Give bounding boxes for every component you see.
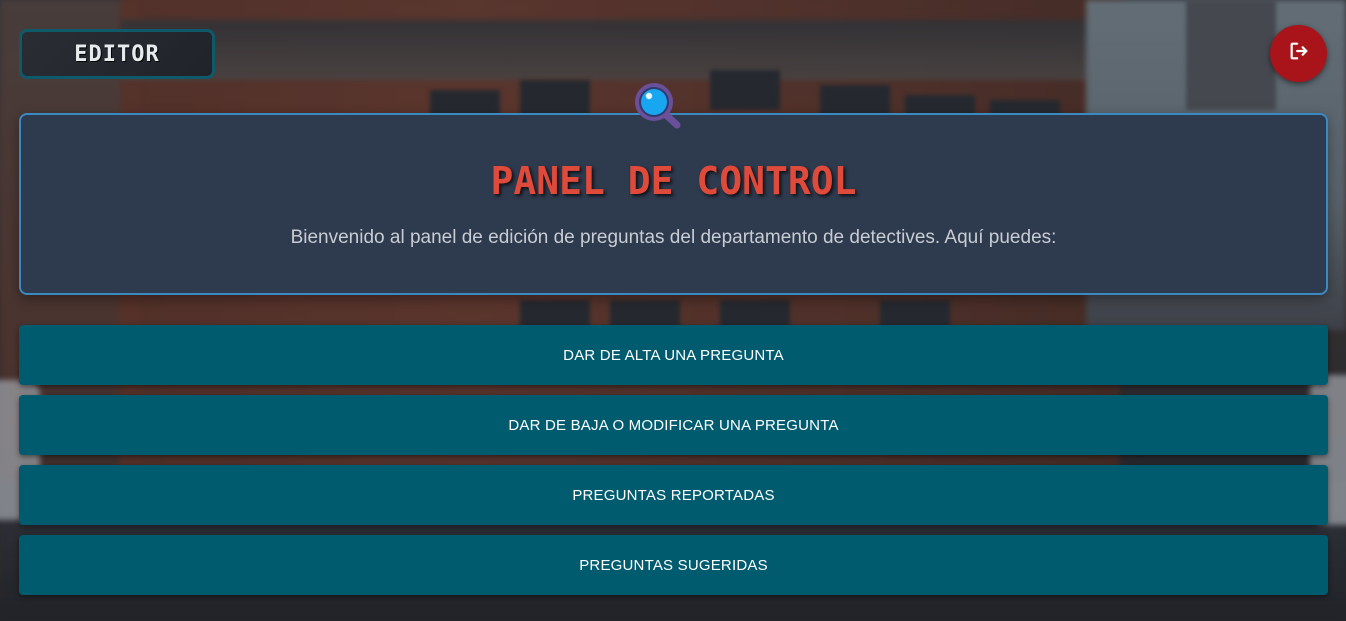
remove-or-edit-question-button[interactable]: DAR DE BAJA O MODIFICAR UNA PREGUNTA (19, 395, 1328, 455)
logout-icon (1288, 40, 1310, 67)
magnifier-icon (630, 80, 686, 136)
control-panel-card: PANEL DE CONTROL Bienvenido al panel de … (19, 113, 1328, 295)
remove-or-edit-question-label: DAR DE BAJA O MODIFICAR UNA PREGUNTA (508, 416, 839, 434)
suggested-questions-label: PREGUNTAS SUGERIDAS (579, 556, 768, 574)
role-label: EDITOR (74, 41, 160, 67)
reported-questions-button[interactable]: PREGUNTAS REPORTADAS (19, 465, 1328, 525)
logout-button[interactable] (1270, 25, 1327, 82)
welcome-text: Bienvenido al panel de edición de pregun… (290, 227, 1057, 248)
add-question-button[interactable]: DAR DE ALTA UNA PREGUNTA (19, 325, 1328, 385)
reported-questions-label: PREGUNTAS REPORTADAS (572, 486, 775, 504)
role-badge: EDITOR (19, 29, 215, 79)
add-question-label: DAR DE ALTA UNA PREGUNTA (563, 346, 784, 364)
suggested-questions-button[interactable]: PREGUNTAS SUGERIDAS (19, 535, 1328, 595)
page-title: PANEL DE CONTROL (490, 159, 857, 203)
